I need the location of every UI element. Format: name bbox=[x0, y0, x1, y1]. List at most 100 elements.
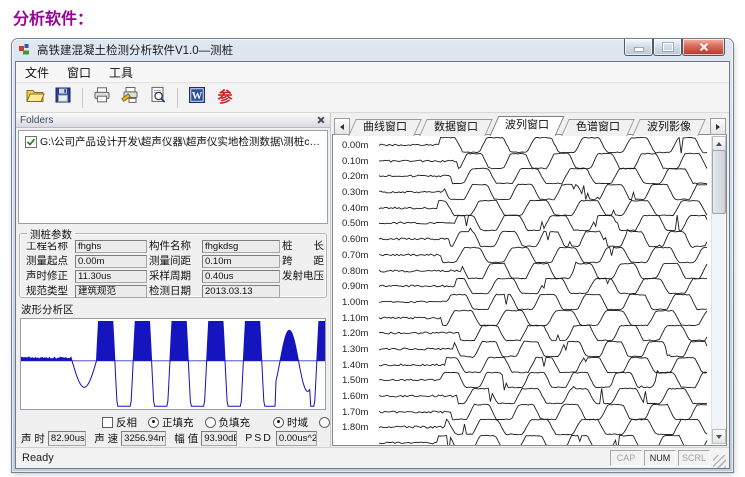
readout-label-1: 声 速 bbox=[94, 431, 118, 446]
fill-radio-label-1: 负填充 bbox=[219, 415, 251, 430]
param-label-1: 构件名称 bbox=[149, 240, 200, 253]
toolbar-button-print-preview[interactable] bbox=[145, 86, 171, 110]
depth-label-1: 0.10m bbox=[342, 156, 368, 167]
invert-checkbox[interactable]: 反相 bbox=[102, 415, 137, 430]
toolbar-button-word-export[interactable]: W bbox=[184, 86, 210, 110]
menu-item-0[interactable]: 文件 bbox=[16, 62, 58, 83]
param-value-0[interactable]: fhghs bbox=[75, 240, 147, 253]
domain-radio-0[interactable]: 时域 bbox=[273, 415, 308, 430]
close-button[interactable] bbox=[682, 39, 725, 56]
app-window: 高铁建混凝土检测分析软件V1.0—测桩 文件窗口工具 W参 Folders bbox=[12, 39, 733, 472]
statusbar: Ready CAPNUMSCRL bbox=[16, 447, 729, 468]
tab-label-1: 数据窗口 bbox=[434, 121, 478, 133]
readout-value-3[interactable]: 0.00us^2/m bbox=[276, 431, 317, 446]
toolbar-separator bbox=[82, 88, 83, 108]
depth-label-18: 1.80m bbox=[342, 422, 368, 433]
maximize-icon bbox=[663, 43, 673, 51]
depth-label-13: 1.30m bbox=[342, 344, 368, 355]
tab-0[interactable]: 曲线窗口 bbox=[352, 119, 418, 136]
fill-radio-0[interactable]: 正填充 bbox=[148, 415, 194, 430]
minimize-icon bbox=[634, 47, 644, 52]
svg-text:W: W bbox=[192, 91, 203, 102]
indicator-cap: CAP bbox=[610, 450, 642, 466]
param-value-1[interactable]: fhgkdsg bbox=[202, 240, 280, 253]
arrow-left-icon bbox=[340, 124, 344, 130]
folders-close-icon[interactable] bbox=[316, 115, 326, 125]
param-label-7: 采样周期 bbox=[149, 270, 200, 283]
param-label-10: 检测日期 bbox=[149, 285, 200, 298]
print-icon bbox=[92, 85, 112, 110]
param-label-3: 测量起点 bbox=[26, 255, 73, 268]
menu-item-2[interactable]: 工具 bbox=[100, 62, 142, 83]
readout-value-0[interactable]: 82.90us bbox=[48, 431, 86, 446]
titlebar[interactable]: 高铁建混凝土检测分析软件V1.0—测桩 bbox=[12, 39, 733, 61]
readout-value-1[interactable]: 3256.94m/s bbox=[121, 431, 166, 446]
scroll-up-button[interactable] bbox=[712, 136, 726, 151]
menu-item-1[interactable]: 窗口 bbox=[58, 62, 100, 83]
toolbar: W参 bbox=[16, 83, 729, 113]
depth-label-12: 1.20m bbox=[342, 328, 368, 339]
folder-tree-item[interactable]: G:\公司产品设计开发\超声仪器\超声仪实地检测数据\测桩cd\cd03\cd0… bbox=[19, 131, 327, 149]
page: 分析软件： 高铁建混凝土检测分析软件V1.0—测桩 文件窗口工具 W参 bbox=[0, 0, 745, 477]
depth-label-17: 1.70m bbox=[342, 407, 368, 418]
minimize-button[interactable] bbox=[624, 39, 653, 56]
tab-3[interactable]: 色谱窗口 bbox=[565, 119, 631, 136]
print-setup-icon bbox=[120, 85, 140, 110]
word-export-icon: W bbox=[187, 85, 207, 110]
param-value-7[interactable]: 0.40us bbox=[202, 270, 280, 283]
param-value-9[interactable]: 建筑规范 bbox=[75, 285, 147, 298]
page-heading: 分析软件： bbox=[13, 5, 93, 29]
waveform-area-label: 波形分析区 bbox=[21, 302, 330, 317]
radio-icon bbox=[205, 417, 216, 428]
depth-label-8: 0.80m bbox=[342, 266, 368, 277]
tab-4[interactable]: 波列影像 bbox=[636, 119, 702, 136]
toolbar-button-open-file[interactable] bbox=[22, 86, 48, 110]
tab-1[interactable]: 数据窗口 bbox=[423, 119, 489, 136]
param-label-9: 规范类型 bbox=[26, 285, 73, 298]
toolbar-button-print-setup[interactable] bbox=[117, 86, 143, 110]
toolbar-button-save[interactable] bbox=[50, 86, 76, 110]
toolbar-button-print[interactable] bbox=[89, 86, 115, 110]
param-label-5: 跨 距 bbox=[282, 255, 332, 268]
param-label-2: 桩 长 bbox=[282, 240, 332, 253]
depth-label-5: 0.50m bbox=[342, 218, 368, 229]
main-content: Folders G:\公司产品设计开发\超声仪器\超声仪实地检测数据\测桩cd\… bbox=[16, 113, 729, 447]
folders-title: Folders bbox=[20, 115, 53, 126]
radio-icon bbox=[148, 417, 159, 428]
params-icon: 参 bbox=[217, 90, 232, 105]
param-value-10[interactable]: 2013.03.13 bbox=[202, 285, 280, 298]
folder-tree: G:\公司产品设计开发\超声仪器\超声仪实地检测数据\测桩cd\cd03\cd0… bbox=[18, 130, 328, 224]
wave-row-19[interactable] bbox=[333, 435, 711, 445]
arrow-up-icon bbox=[716, 142, 722, 146]
pile-params-title: 测桩参数 bbox=[27, 227, 75, 242]
caption-buttons bbox=[624, 39, 725, 56]
param-value-4[interactable]: 0.10m bbox=[202, 255, 280, 268]
checkbox-checked-icon[interactable] bbox=[25, 136, 37, 148]
resize-grip[interactable] bbox=[713, 455, 726, 468]
fill-radio-1[interactable]: 负填充 bbox=[205, 415, 251, 430]
readout-label-0: 声 时 bbox=[21, 431, 45, 446]
toolbar-button-params[interactable]: 参 bbox=[212, 86, 238, 110]
depth-label-14: 1.40m bbox=[342, 360, 368, 371]
app-icon bbox=[19, 44, 32, 57]
tab-scroll-right-button[interactable] bbox=[710, 118, 726, 135]
readout-value-2[interactable]: 93.90dB bbox=[201, 431, 237, 446]
open-file-icon bbox=[25, 85, 45, 110]
toolbar-separator bbox=[177, 88, 178, 108]
tab-scroll-left-button[interactable] bbox=[334, 118, 350, 135]
save-icon bbox=[53, 85, 73, 110]
folders-header: Folders bbox=[16, 113, 330, 128]
radio-icon bbox=[319, 417, 330, 428]
tab-2[interactable]: 波列窗口 bbox=[494, 116, 560, 136]
radio-icon bbox=[273, 417, 284, 428]
arrow-down-icon bbox=[716, 435, 722, 439]
scrollbar-thumb[interactable] bbox=[712, 150, 726, 214]
maximize-button[interactable] bbox=[653, 39, 682, 56]
status-text: Ready bbox=[22, 452, 54, 464]
folder-path: G:\公司产品设计开发\超声仪器\超声仪实地检测数据\测桩cd\cd03\cd0… bbox=[40, 134, 324, 149]
param-value-3[interactable]: 0.00m bbox=[75, 255, 147, 268]
vertical-scrollbar[interactable] bbox=[711, 136, 725, 444]
scroll-down-button[interactable] bbox=[712, 429, 726, 444]
wave-trace-19 bbox=[379, 426, 707, 445]
param-value-6[interactable]: 11.30us bbox=[75, 270, 147, 283]
